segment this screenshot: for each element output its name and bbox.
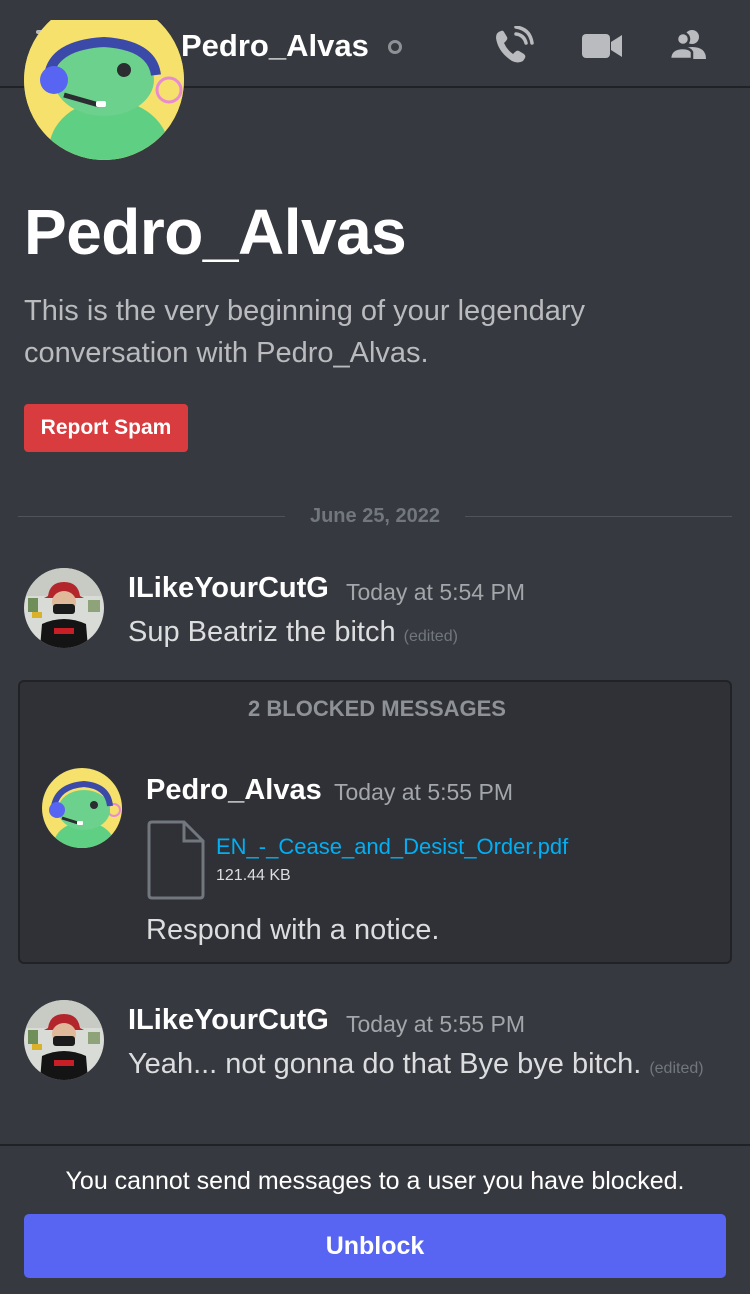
message-author[interactable]: ILikeYourCutG xyxy=(128,570,329,606)
message-avatar[interactable] xyxy=(24,568,104,648)
message-text[interactable]: Respond with a notice. xyxy=(146,912,439,948)
message-text[interactable]: Sup Beatriz the bitch (edited) xyxy=(128,614,458,655)
message-text[interactable]: Yeah... not gonna do that Bye bye bitch.… xyxy=(128,1046,704,1087)
channel-title[interactable]: Pedro_Alvas xyxy=(181,26,369,66)
message-timestamp: Today at 5:55 PM xyxy=(334,779,513,805)
attachment-size: 121.44 KB xyxy=(216,867,291,884)
message-timestamp: Today at 5:54 PM xyxy=(346,579,525,605)
edited-label: (edited) xyxy=(403,628,458,645)
date-divider: June 25, 2022 xyxy=(309,505,441,527)
blocked-messages-header[interactable]: 2 BLOCKED MESSAGES xyxy=(20,694,734,724)
blocked-notice: You cannot send messages to a user you h… xyxy=(65,1167,685,1195)
attachment-link[interactable]: EN_-_Cease_and_Desist_Order.pdf xyxy=(216,832,568,862)
date-divider-line-right xyxy=(465,516,732,517)
file-icon xyxy=(147,820,205,900)
video-icon[interactable] xyxy=(580,26,624,66)
edited-label: (edited) xyxy=(649,1060,704,1077)
message-timestamp: Today at 5:55 PM xyxy=(346,1011,525,1037)
message-body: Sup Beatriz the bitch xyxy=(128,616,396,648)
message-author[interactable]: ILikeYourCutG xyxy=(128,1002,329,1038)
conversation-intro: This is the very beginning of your legen… xyxy=(24,295,585,369)
profile-avatar xyxy=(24,20,184,160)
profile-name: Pedro_Alvas xyxy=(24,196,407,268)
status-offline-icon xyxy=(388,40,402,54)
message-body: Yeah... not gonna do that Bye bye bitch. xyxy=(128,1048,642,1080)
unblock-button[interactable]: Unblock xyxy=(24,1214,726,1278)
message-avatar[interactable] xyxy=(24,1000,104,1080)
message-author[interactable]: Pedro_Alvas xyxy=(146,772,322,808)
call-icon[interactable] xyxy=(492,26,536,66)
message-avatar[interactable] xyxy=(42,768,122,848)
date-divider-line-left xyxy=(18,516,285,517)
members-icon[interactable] xyxy=(668,26,712,66)
report-spam-button[interactable]: Report Spam xyxy=(24,404,188,452)
